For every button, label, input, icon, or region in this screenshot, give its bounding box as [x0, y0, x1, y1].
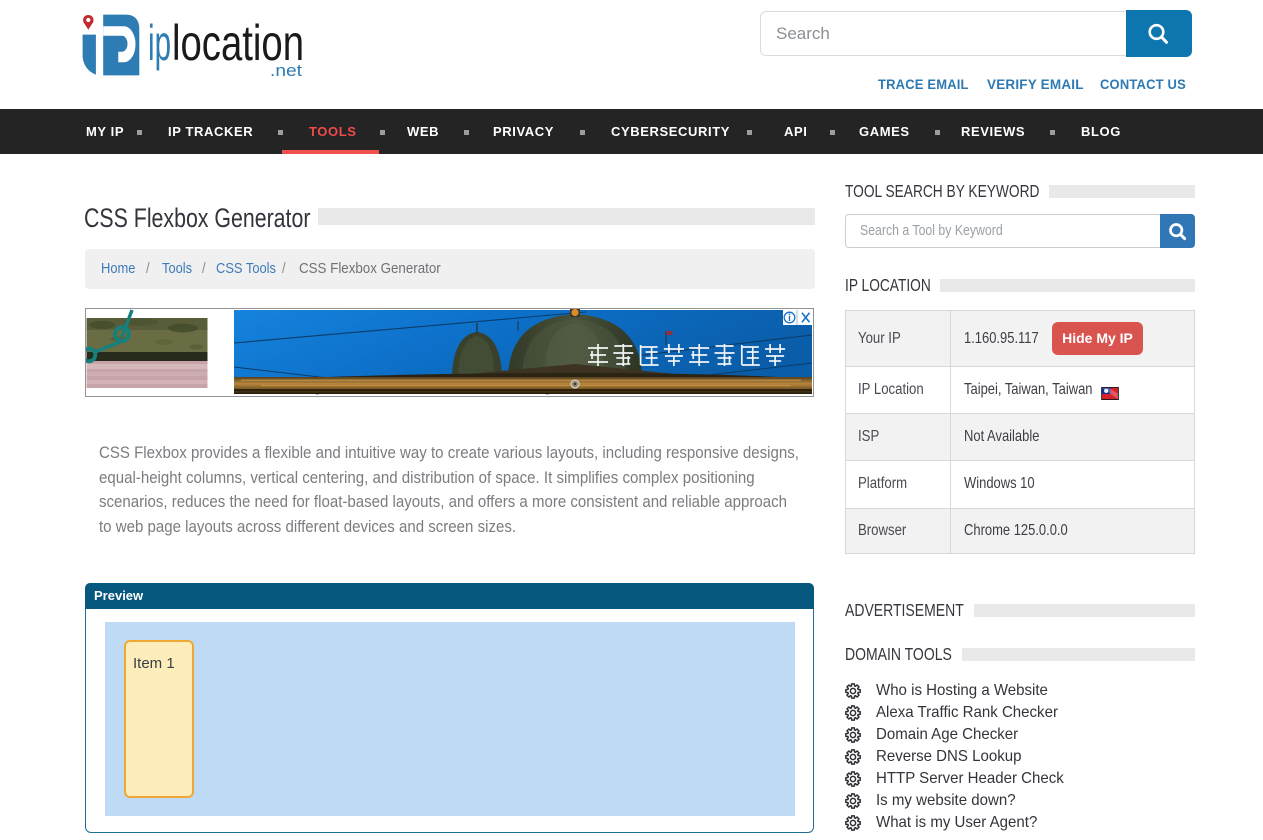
svg-text:.net: .net	[270, 61, 302, 80]
svg-text:ip: ip	[148, 15, 171, 71]
